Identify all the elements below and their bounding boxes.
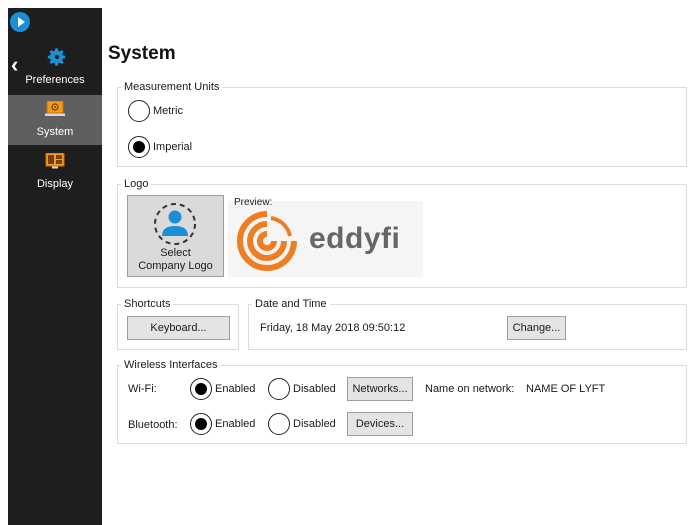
group-legend: Date and Time (255, 298, 327, 310)
wifi-enabled-radio[interactable]: Enabled (190, 378, 255, 400)
keyboard-button[interactable]: Keyboard... (127, 316, 230, 340)
select-company-logo-button[interactable]: Select Company Logo (127, 195, 224, 277)
gear-icon (47, 48, 66, 66)
devices-button[interactable]: Devices... (347, 412, 413, 436)
eddyfi-brand-text: eddyfi (309, 222, 401, 255)
sidebar-item-display[interactable]: Display (8, 147, 102, 197)
imperial-radio[interactable]: Imperial (128, 136, 192, 158)
measurement-units-group: Measurement Units (117, 81, 687, 167)
system-icon (45, 101, 65, 116)
sidebar: ‹ Preferences System Display (8, 8, 102, 525)
date-time-value: Friday, 18 May 2018 09:50:12 (260, 322, 406, 334)
radio-label: Disabled (293, 418, 336, 430)
user-icon (154, 203, 196, 245)
radio-label: Disabled (293, 383, 336, 395)
app-logo-icon (10, 12, 30, 32)
network-name-label: Name on network: (425, 383, 515, 395)
group-legend: Logo (124, 178, 149, 190)
radio-circle[interactable] (190, 413, 212, 435)
select-logo-label: Select Company Logo (128, 247, 223, 273)
metric-radio[interactable]: Metric (128, 100, 183, 122)
group-legend: Wireless Interfaces (124, 359, 218, 371)
radio-circle[interactable] (268, 413, 290, 435)
eddyfi-logo-icon (237, 211, 297, 271)
preview-label: Preview: (234, 197, 273, 208)
sidebar-item-label: Display (36, 178, 74, 190)
change-datetime-button[interactable]: Change... (507, 316, 566, 340)
sidebar-item-system[interactable]: System (8, 95, 102, 145)
bluetooth-enabled-radio[interactable]: Enabled (190, 413, 255, 435)
radio-label: Imperial (153, 141, 193, 153)
page-title: System (108, 43, 176, 64)
group-legend: Measurement Units (124, 81, 220, 93)
networks-button[interactable]: Networks... (347, 377, 413, 401)
radio-label: Enabled (215, 418, 256, 430)
sidebar-item-label: System (36, 126, 74, 138)
radio-label: Enabled (215, 383, 256, 395)
radio-circle[interactable] (190, 378, 212, 400)
radio-circle[interactable] (128, 100, 150, 122)
preferences-label: Preferences (25, 74, 85, 86)
select-logo-line1: Select (160, 247, 191, 259)
wifi-label: Wi-Fi: (128, 383, 157, 395)
radio-circle[interactable] (268, 378, 290, 400)
chevron-left-icon[interactable]: ‹ (11, 54, 25, 76)
group-legend: Shortcuts (124, 298, 171, 310)
select-logo-line2: Company Logo (138, 260, 213, 272)
network-name-value: NAME OF LYFT (526, 383, 606, 395)
radio-circle[interactable] (128, 136, 150, 158)
radio-label: Metric (153, 105, 183, 117)
wifi-disabled-radio[interactable]: Disabled (268, 378, 336, 400)
bluetooth-label: Bluetooth: (128, 419, 178, 431)
bluetooth-disabled-radio[interactable]: Disabled (268, 413, 336, 435)
display-icon (45, 153, 65, 169)
